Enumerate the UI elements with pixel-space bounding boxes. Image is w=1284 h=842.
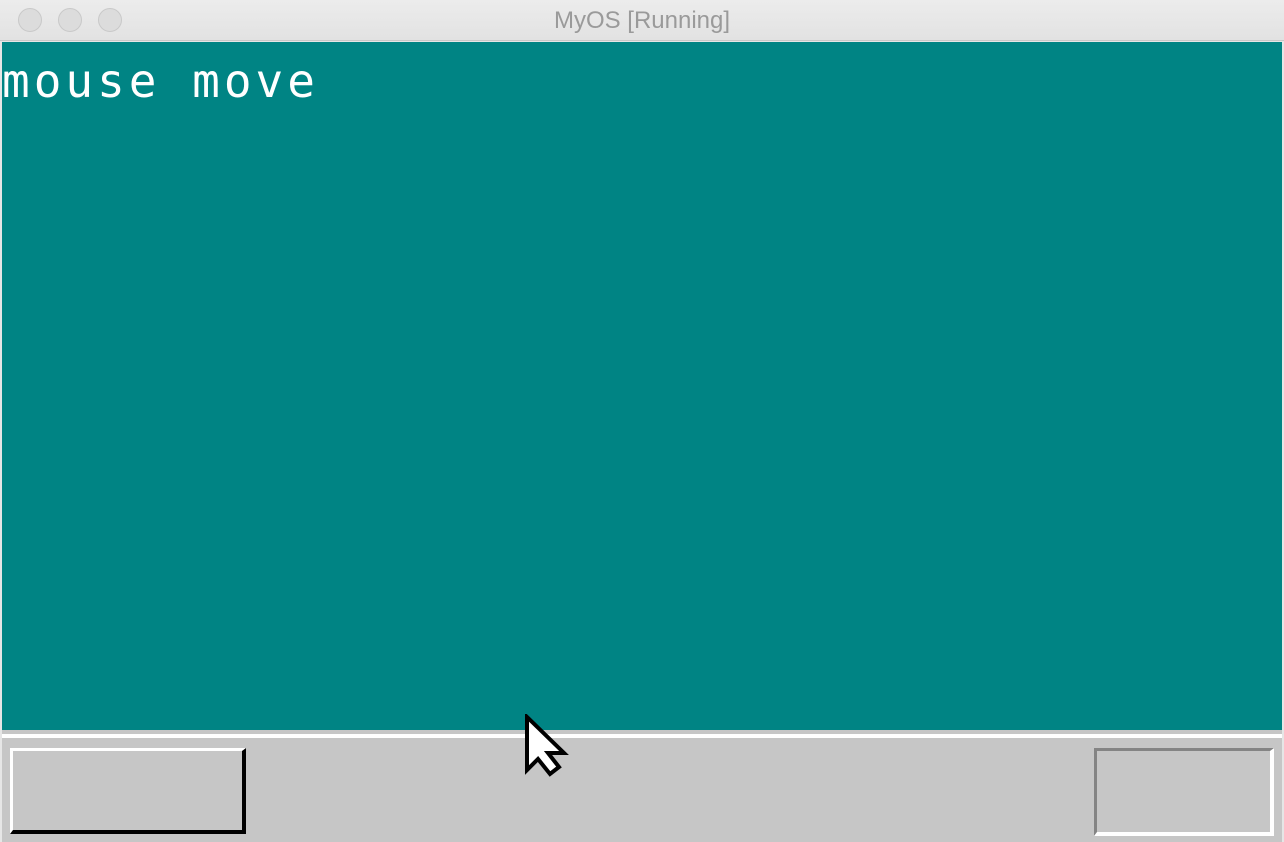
screen-message: mouse move <box>2 54 319 108</box>
arrow-cursor-icon <box>525 714 569 777</box>
taskbar-top-edge <box>2 734 1282 738</box>
os-screen[interactable]: mouse move <box>2 42 1282 842</box>
vm-window: MyOS [Running] mouse move <box>0 0 1284 842</box>
window-title: MyOS [Running] <box>553 7 731 34</box>
taskbar <box>2 730 1282 842</box>
title-bar[interactable]: MyOS [Running] <box>0 0 1284 41</box>
start-button[interactable] <box>10 748 246 834</box>
system-tray <box>1094 748 1274 836</box>
